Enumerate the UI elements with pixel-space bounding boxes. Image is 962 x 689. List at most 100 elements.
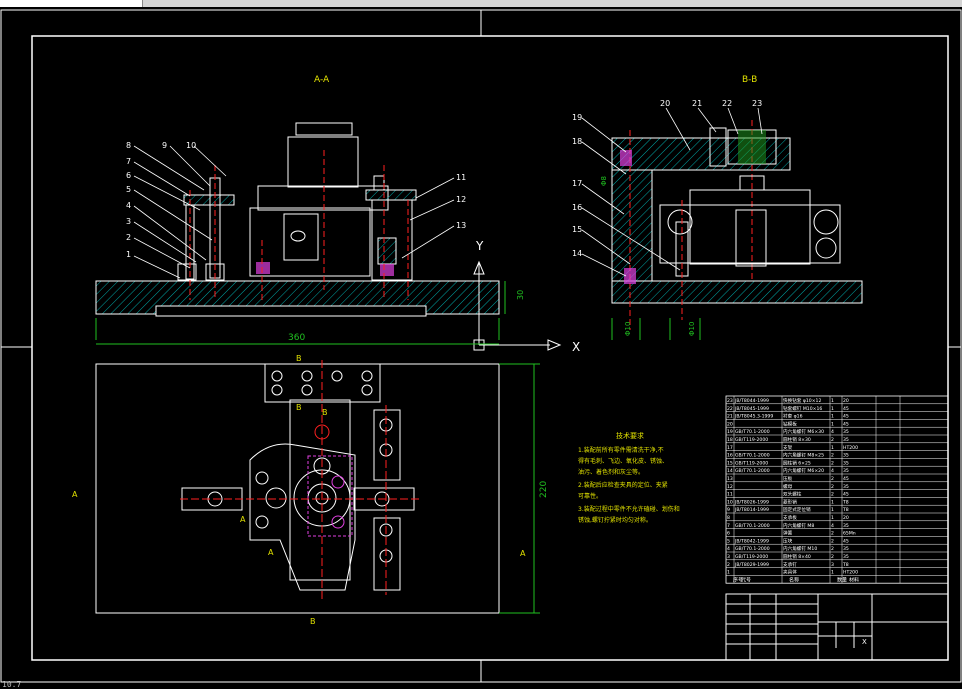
callout-11: 11	[456, 173, 466, 182]
bom-cell: 22	[727, 406, 733, 412]
bom-cell: 45	[843, 414, 849, 420]
bom-cell: 内六角螺钉 M8	[783, 522, 814, 529]
bom-cell: JB/T8026-1999	[734, 499, 769, 505]
axis-x-label: X	[572, 340, 580, 354]
title-block: X	[725, 593, 949, 661]
callout-14: 14	[572, 249, 582, 258]
bom-cell: 1	[831, 507, 834, 513]
bom-cell: 弹簧	[783, 530, 793, 537]
callout-12: 12	[456, 195, 466, 204]
bom-cell: 螺母	[783, 483, 793, 490]
bom-cell: 17	[727, 445, 733, 451]
marker-b-bottom: B	[310, 617, 316, 626]
bom-cell: 35	[843, 468, 849, 474]
bom-cell: 35	[843, 460, 849, 466]
marker-a-mid1: A	[240, 515, 246, 524]
bom-cell: 5	[727, 538, 730, 544]
dim-width: 220	[539, 481, 549, 498]
callout-5: 5	[126, 185, 131, 194]
bom-cell: 1	[831, 421, 834, 427]
bom-cell: 2	[831, 546, 834, 552]
bom-cell: 2	[831, 460, 834, 466]
bom-cell: 1	[831, 398, 834, 404]
bom-cell: 14	[727, 468, 733, 474]
bom-cell: 圆柱销 8×40	[783, 553, 811, 560]
bom-cell: 11	[727, 492, 733, 498]
bom-cell: 8	[727, 515, 730, 521]
bom-cell: 2	[831, 554, 834, 560]
bom-cell: 3	[727, 554, 730, 560]
bom-cell: 20	[843, 515, 849, 521]
bom-cell: 45	[843, 406, 849, 412]
bom-cell: 35	[843, 429, 849, 435]
bom-cell: 4	[727, 546, 730, 552]
bom-cell: HT200	[843, 445, 858, 451]
bom-cell: 35	[843, 546, 849, 552]
callout-2: 2	[126, 233, 131, 242]
bom-cell: JB/T8029-1999	[734, 562, 769, 568]
bom-cell: GB/T70.1-2000	[735, 468, 770, 474]
bom-cell: 内六角螺钉 M10	[783, 545, 817, 552]
callout-8: 8	[126, 141, 131, 150]
bom-cell: 2	[831, 492, 834, 498]
bom-table: 23 JB/T8044-1999 快换钻套 φ10×12 1 2022 JB/T8045-…	[725, 395, 949, 584]
axis-y-label: Y	[475, 239, 484, 253]
bom-cell: JB/T8045-1999	[734, 406, 769, 412]
bom-header-cell: 名称	[789, 576, 799, 583]
notes-line-2: 得有毛刺、飞边、氧化皮、锈蚀、	[578, 457, 668, 465]
callout-22: 22	[722, 99, 732, 108]
bom-cell: T8	[842, 562, 849, 568]
bom-cell: 支承板	[783, 514, 797, 521]
bom-cell: 钻套螺钉 M10×16	[783, 405, 822, 412]
bom-cell: 1	[831, 515, 834, 521]
bom-header-cell: 数量	[837, 576, 847, 583]
marker-b-top: B	[296, 354, 302, 363]
bom-cell: 35	[843, 453, 849, 459]
bom-cell: 内六角螺钉 M6×30	[783, 428, 824, 435]
bom-cell: 35	[843, 523, 849, 529]
callout-23: 23	[752, 99, 762, 108]
bom-cell: 35	[843, 484, 849, 490]
callout-13: 13	[456, 221, 466, 230]
marker-a-right: A	[520, 549, 526, 558]
bom-cell: 2	[831, 437, 834, 443]
notes-line-4: 2.装配后应检查夹具的定位、夹紧	[578, 481, 668, 489]
callout-7: 7	[126, 157, 131, 166]
callout-6: 6	[126, 171, 131, 180]
bom-cell: GB/T70.1-2000	[735, 453, 770, 459]
bom-cell: 2	[831, 453, 834, 459]
bom-cell: 1	[831, 570, 834, 576]
bom-cell: 19	[727, 429, 733, 435]
bom-cell: 4	[831, 429, 834, 435]
bom-cell: 45	[843, 421, 849, 427]
bom-cell: 快换钻套 φ10×12	[783, 397, 821, 404]
marker-a-mid2: A	[268, 548, 274, 557]
title-block-mark: X	[862, 638, 867, 646]
bom-cell: 2	[727, 562, 730, 568]
dim-height: 30	[516, 290, 525, 300]
bom-cell: GB/T70.1-2000	[735, 523, 770, 529]
callout-9: 9	[162, 141, 167, 150]
cad-drawing-canvas[interactable]: A-A 30 1 2 3 4 5 6 7 8 9 10 11 12 13 Y X…	[0, 0, 962, 688]
notes-line-3: 油污、着色剂和灰尘等。	[578, 468, 644, 476]
technical-notes: 技术要求 1.装配前所有零件需清洗干净,不 得有毛刺、飞边、氧化皮、锈蚀、 油污…	[578, 431, 680, 524]
marker-a-left: A	[72, 490, 78, 499]
callout-17: 17	[572, 179, 582, 188]
callout-4: 4	[126, 201, 131, 210]
bom-cell: 圆柱销 6×25	[783, 459, 811, 466]
dim-hole-b: Φ10	[688, 322, 696, 336]
bom-cell: 4	[831, 468, 834, 474]
bom-cell: 45	[843, 476, 849, 482]
bom-cell: 压块	[783, 537, 793, 544]
callout-20: 20	[660, 99, 670, 108]
bom-cell: 夹具体	[783, 569, 797, 576]
bom-cell: GB/T119-2000	[735, 460, 768, 466]
bom-cell: GB/T119-2000	[735, 437, 768, 443]
callout-10: 10	[186, 141, 196, 150]
dim-hole-small: Φ8	[600, 176, 608, 186]
bom-cell: 21	[727, 414, 733, 420]
bom-cell: 4	[831, 523, 834, 529]
bom-cell: 2	[831, 484, 834, 490]
bom-cell: 15	[727, 460, 733, 466]
notes-line-1: 1.装配前所有零件需清洗干净,不	[578, 446, 664, 454]
